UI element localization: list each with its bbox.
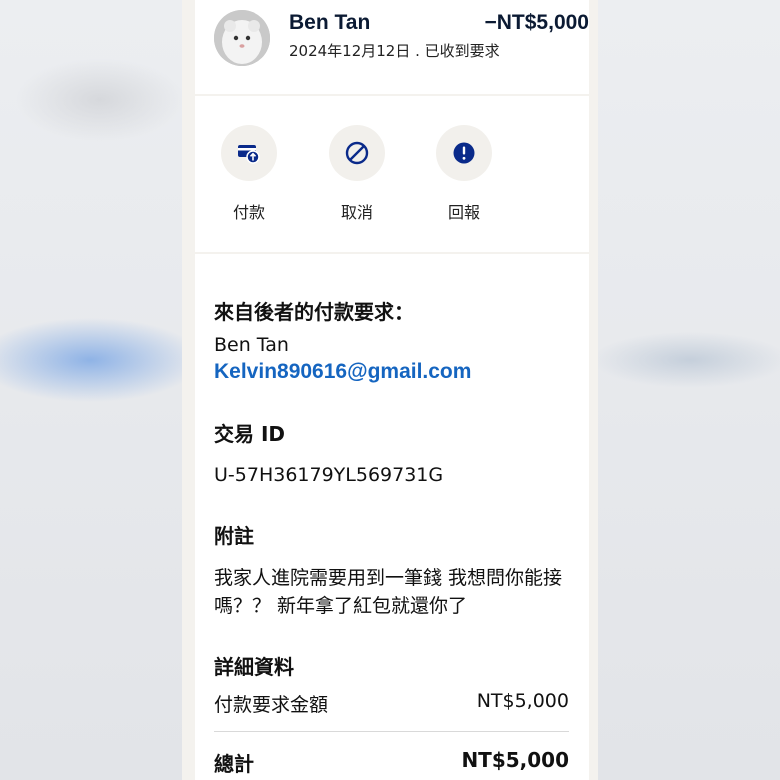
transaction-details: 來自後者的付款要求： Ben Tan Kelvin890616@gmail.co… bbox=[195, 254, 589, 780]
note-text: 我家人進院需要用到一筆錢 我想問你能接嗎？？ 新年拿了紅包就還你了 bbox=[214, 567, 563, 617]
cancel-button[interactable]: 取消 bbox=[317, 125, 397, 230]
cancel-icon bbox=[345, 141, 369, 165]
report-icon-circle[interactable] bbox=[436, 125, 492, 181]
transaction-header: Ben Tan −NT$5,000 2024年12月12日 . 已收到要求 bbox=[195, 0, 589, 94]
transaction-date-status: 2024年12月12日 . 已收到要求 bbox=[289, 42, 500, 60]
requester-name: Ben Tan bbox=[214, 334, 289, 356]
pay-icon bbox=[238, 145, 260, 164]
requester-email-link[interactable]: Kelvin890616@gmail.com bbox=[214, 360, 471, 384]
transaction-amount: −NT$5,000 bbox=[484, 11, 590, 34]
transaction-id-value: U-57H36179YL569731G bbox=[214, 464, 444, 486]
note-label: 附註 bbox=[214, 524, 254, 548]
request-amount-value: NT$5,000 bbox=[476, 690, 569, 712]
action-bar: 付款 取消 回報 bbox=[195, 96, 589, 252]
pay-label: 付款 bbox=[232, 203, 265, 222]
report-label: 回報 bbox=[447, 203, 480, 222]
total-label: 總計 bbox=[214, 752, 254, 776]
transaction-card: Ben Tan −NT$5,000 2024年12月12日 . 已收到要求 付款 bbox=[182, 0, 598, 780]
cancel-label: 取消 bbox=[340, 203, 373, 222]
divider bbox=[214, 731, 569, 732]
details-label: 詳細資料 bbox=[214, 655, 294, 679]
report-button[interactable]: 回報 bbox=[424, 125, 504, 230]
avatar bbox=[214, 10, 270, 66]
transaction-id-label: 交易 ID bbox=[214, 422, 286, 446]
payer-name: Ben Tan bbox=[289, 11, 371, 34]
request-amount-label: 付款要求金額 bbox=[214, 694, 329, 716]
cancel-icon-circle[interactable] bbox=[329, 125, 385, 181]
report-icon bbox=[453, 142, 475, 164]
pay-button[interactable]: 付款 bbox=[209, 125, 289, 230]
pay-icon-circle[interactable] bbox=[221, 125, 277, 181]
request-from-label: 來自後者的付款要求： bbox=[214, 300, 414, 324]
total-amount: NT$5,000 bbox=[461, 748, 569, 772]
